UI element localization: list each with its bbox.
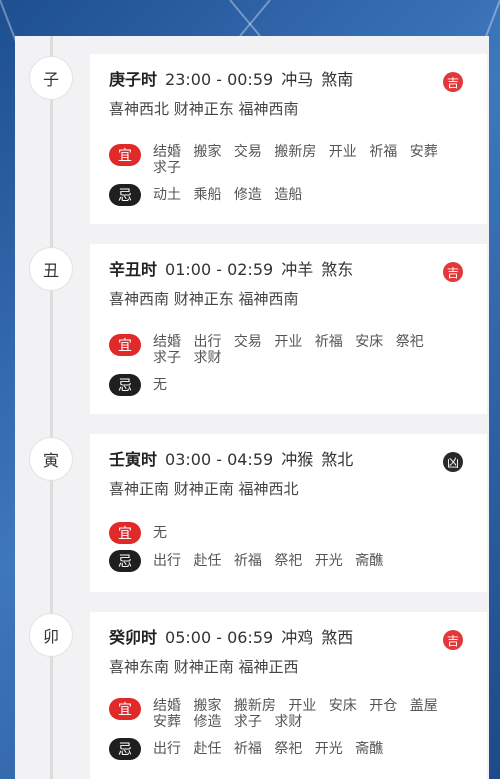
hour-card[interactable]: 癸卯时 05:00 - 06:59 冲鸡 煞西 喜神东南 财神正南 福神正西 吉 宜 … [90,612,487,779]
sha-text: 煞北 [321,450,354,469]
ji-items: 无 [153,377,167,393]
hour-time: 03:00 - 04:59 [165,450,274,469]
hour-card[interactable]: 壬寅时 03:00 - 04:59 冲猴 煞北 喜神正南 财神正南 福神西北 凶 宜 … [90,434,487,592]
ji-pill: 忌 [109,738,141,760]
gods-direction: 喜神东南 财神正南 福神正西 [109,658,299,676]
hour-time: 05:00 - 06:59 [165,628,274,647]
chong-text: 冲猴 [281,450,314,469]
hour-title: 庚子时 23:00 - 00:59 冲马 煞南 [109,66,361,90]
ji-items: 出行 赴任 祈福 祭祀 开光 斋醮 [153,553,384,569]
branch-bubble: 卯 [29,613,73,657]
hour-title: 癸卯时 05:00 - 06:59 冲鸡 煞西 [109,624,361,648]
gods-direction: 喜神正南 财神正南 福神西北 [109,480,299,498]
fortune-badge: 吉 [443,72,463,92]
hour-name: 辛丑时 [109,260,158,279]
sha-text: 煞东 [321,260,354,279]
ji-row: 忌 无 [109,374,443,396]
chong-text: 冲羊 [281,260,314,279]
hour-title: 辛丑时 01:00 - 02:59 冲羊 煞东 [109,256,361,280]
ji-pill: 忌 [109,550,141,572]
yi-pill: 宜 [109,334,141,356]
sha-text: 煞南 [321,70,354,89]
yi-pill: 宜 [109,698,141,720]
yi-items: 结婚 出行 交易 开业 祈福 安床 祭祀 求子 求财 [153,334,424,366]
chong-text: 冲鸡 [281,628,314,647]
ji-row: 忌 出行 赴任 祈福 祭祀 开光 斋醮 [109,738,443,760]
gods-direction: 喜神西北 财神正东 福神西南 [109,100,299,118]
yi-pill: 宜 [109,144,141,166]
branch-bubble: 丑 [29,247,73,291]
hour-name: 壬寅时 [109,450,158,469]
hour-card[interactable]: 辛丑时 01:00 - 02:59 冲羊 煞东 喜神西南 财神正东 福神西南 吉 宜 … [90,244,487,414]
ji-pill: 忌 [109,184,141,206]
timeline-line [50,36,53,779]
ji-items: 出行 赴任 祈福 祭祀 开光 斋醮 [153,741,384,757]
hour-time: 23:00 - 00:59 [165,70,274,89]
fortune-badge: 吉 [443,262,463,282]
yi-pill: 宜 [109,522,141,544]
branch-bubble: 寅 [29,437,73,481]
hour-title: 壬寅时 03:00 - 04:59 冲猴 煞北 [109,446,361,470]
fortune-badge: 凶 [443,452,463,472]
hour-name: 癸卯时 [109,628,158,647]
hour-name: 庚子时 [109,70,158,89]
chong-text: 冲马 [281,70,314,89]
yi-row: 宜 无 [109,522,443,544]
yi-items: 无 [153,525,167,541]
yi-row: 宜 结婚 搬家 搬新房 开业 安床 开仓 盖屋 安葬 修造 求子 求财 [109,698,443,730]
yi-items: 结婚 搬家 交易 搬新房 开业 祈福 安葬 求子 [153,144,438,176]
hours-panel: 子 庚子时 23:00 - 00:59 冲马 煞南 喜神西北 财神正东 福神西南 吉 … [15,36,489,779]
hour-time: 01:00 - 02:59 [165,260,274,279]
ji-items: 动土 乘船 修造 造船 [153,187,303,203]
ji-pill: 忌 [109,374,141,396]
ji-row: 忌 动土 乘船 修造 造船 [109,184,443,206]
ji-row: 忌 出行 赴任 祈福 祭祀 开光 斋醮 [109,550,443,572]
branch-bubble: 子 [29,56,73,100]
gods-direction: 喜神西南 财神正东 福神西南 [109,290,299,308]
fortune-badge: 吉 [443,630,463,650]
yi-items: 结婚 搬家 搬新房 开业 安床 开仓 盖屋 安葬 修造 求子 求财 [153,698,438,730]
hour-card[interactable]: 庚子时 23:00 - 00:59 冲马 煞南 喜神西北 财神正东 福神西南 吉 宜 … [90,54,487,224]
sha-text: 煞西 [321,628,354,647]
yi-row: 宜 结婚 搬家 交易 搬新房 开业 祈福 安葬 求子 [109,144,443,176]
yi-row: 宜 结婚 出行 交易 开业 祈福 安床 祭祀 求子 求财 [109,334,443,366]
